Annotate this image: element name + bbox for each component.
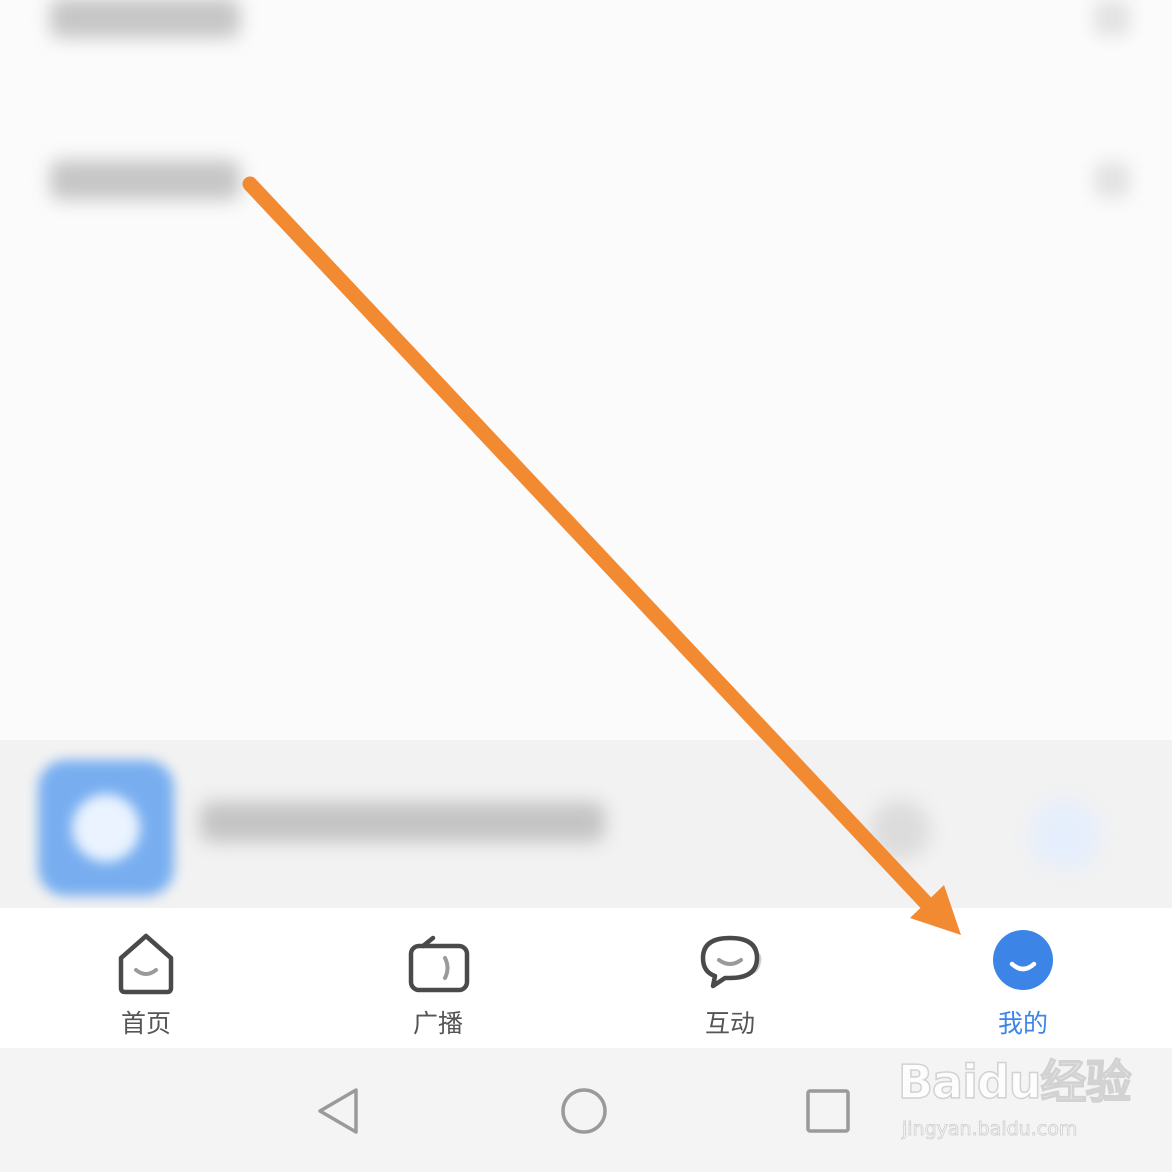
tab-radio[interactable]: 广播	[338, 908, 538, 1048]
profile-icon	[993, 930, 1053, 990]
blurred-content-area	[0, 0, 1172, 740]
player-control-icon[interactable]	[870, 800, 930, 860]
radio-icon	[408, 935, 470, 993]
bottom-tab-bar: 首页 广播 互动 我的	[0, 908, 1172, 1048]
watermark-url: jingyan.baidu.com	[902, 1118, 1078, 1141]
blurred-list-row[interactable]	[40, 0, 1130, 48]
blurred-chevron-icon	[1094, 0, 1130, 36]
player-cover-art	[38, 760, 174, 896]
cover-disc-icon	[72, 794, 140, 862]
watermark-logo: Baidu经验	[897, 1054, 1132, 1110]
back-icon[interactable]	[312, 1084, 366, 1138]
tab-label: 首页	[120, 1009, 171, 1038]
player-title-blurred	[200, 802, 605, 842]
tab-label: 广播	[412, 1009, 463, 1038]
chat-icon	[700, 935, 762, 989]
tab-label: 互动	[704, 1009, 755, 1038]
baidu-jingyan-watermark: Baidu经验 jingyan.baidu.com	[897, 1046, 1138, 1146]
player-play-icon[interactable]	[1030, 800, 1100, 870]
tab-interact[interactable]: 互动	[630, 908, 830, 1048]
tab-home[interactable]: 首页	[46, 908, 246, 1048]
blurred-chevron-icon	[1094, 162, 1130, 198]
blurred-list-row[interactable]	[40, 150, 1130, 210]
home-circle-icon[interactable]	[557, 1084, 611, 1138]
blurred-row-text	[50, 0, 240, 38]
tab-mine[interactable]: 我的	[923, 908, 1123, 1048]
mini-player[interactable]	[0, 740, 1172, 908]
recents-icon[interactable]	[801, 1084, 855, 1138]
tab-label: 我的	[997, 1009, 1048, 1038]
home-icon	[118, 933, 174, 995]
blurred-row-text	[50, 160, 240, 200]
